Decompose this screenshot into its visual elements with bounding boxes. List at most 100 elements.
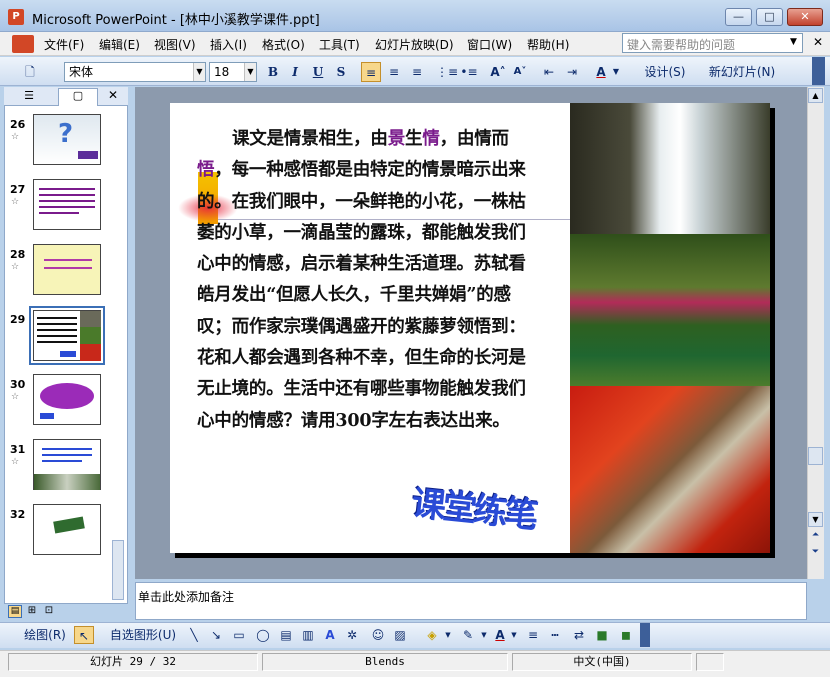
slide-thumbnail-32[interactable]	[33, 504, 101, 555]
bold-button[interactable]: B	[264, 62, 282, 82]
outline-tab[interactable]: ☰	[14, 89, 44, 105]
picture-icon[interactable]: ▨	[392, 626, 408, 644]
slide-thumbnail-30[interactable]	[33, 374, 101, 425]
align-right-button[interactable]: ≡	[407, 62, 427, 82]
line-color-icon[interactable]: ✎	[458, 626, 478, 644]
minimize-button[interactable]: —	[725, 8, 752, 26]
autumn-creek-photo[interactable]	[570, 386, 770, 553]
notes-pane[interactable]: 单击此处添加备注	[135, 582, 807, 620]
line-icon[interactable]: ╲	[186, 626, 202, 644]
highlight-emotion: 情	[422, 129, 440, 149]
design-button[interactable]: 设计(S)	[636, 62, 694, 82]
chevron-down-icon[interactable]: ▼	[612, 62, 620, 82]
select-pointer-icon[interactable]: ↖	[74, 626, 94, 644]
slide-thumbnail-28[interactable]	[33, 244, 101, 295]
chevron-down-icon[interactable]: ▼	[510, 626, 518, 644]
font-color-icon[interactable]: A	[492, 626, 508, 644]
close-document-icon[interactable]: ✕	[813, 35, 823, 49]
slide-thumbnail-29[interactable]	[33, 310, 101, 361]
chevron-down-icon[interactable]: ▼	[444, 626, 452, 644]
autoshapes-button[interactable]: 自选图形(U)	[104, 626, 182, 644]
oval-icon[interactable]: ◯	[254, 626, 272, 644]
thumbnail-number: 27	[10, 183, 26, 196]
thumbnail-number: 30	[10, 378, 26, 391]
shadow-style-icon[interactable]: ■	[594, 626, 610, 644]
menu-insert[interactable]: 插入(I)	[210, 36, 247, 53]
animation-star-icon: ☆	[11, 392, 20, 402]
line-style-icon[interactable]: ≡	[524, 626, 542, 644]
text-segment: ，由情而	[439, 129, 509, 149]
slide-thumbnail-26[interactable]: ?	[33, 114, 101, 165]
3d-style-icon[interactable]: ◼	[618, 626, 634, 644]
forest-stream-photo[interactable]	[570, 234, 770, 386]
slide-body-text[interactable]: 课文是情景相生，由景生情，由情而悟，每一种感悟都是由特定的情景暗示出来的。在我们…	[197, 124, 527, 437]
thumbnail-number: 26	[10, 118, 26, 131]
powerpoint-app-icon[interactable]: P	[8, 9, 24, 25]
waterfall-photo[interactable]	[570, 103, 770, 234]
vertical-scrollbar[interactable]	[807, 87, 824, 579]
close-button[interactable]: ✕	[787, 8, 823, 26]
font-name-select[interactable]: 宋体 ▼	[64, 62, 206, 82]
help-dropdown-arrow-icon[interactable]: ▼	[790, 37, 797, 47]
underline-button[interactable]: U	[309, 62, 327, 82]
increase-indent-icon[interactable]: ⇥	[563, 62, 581, 82]
close-pane-icon[interactable]: ✕	[108, 88, 118, 102]
new-document-icon[interactable]: 🗋	[20, 62, 40, 82]
document-icon[interactable]	[12, 35, 34, 53]
scroll-down-icon[interactable]: ▼	[808, 512, 823, 527]
italic-button[interactable]: I	[286, 62, 304, 82]
decrease-font-icon[interactable]: A˅	[511, 62, 529, 82]
maximize-button[interactable]: □	[756, 8, 783, 26]
menu-tools[interactable]: 工具(T)	[319, 36, 360, 53]
rectangle-icon[interactable]: ▭	[230, 626, 248, 644]
slide-sorter-view-icon[interactable]: ⊞	[25, 605, 39, 618]
numbering-icon[interactable]: ⋮≡	[436, 62, 458, 82]
animation-star-icon: ☆	[11, 262, 20, 272]
font-name-value: 宋体	[69, 65, 94, 79]
dash-style-icon[interactable]: ┅	[546, 626, 564, 644]
toolbar-options-icon[interactable]	[640, 623, 650, 647]
menu-view[interactable]: 视图(V)	[154, 36, 196, 53]
thumbnail-number: 29	[10, 313, 26, 326]
wordart-icon[interactable]: A	[322, 626, 338, 644]
menu-format[interactable]: 格式(O)	[262, 36, 305, 53]
menu-slideshow[interactable]: 幻灯片放映(D)	[375, 36, 454, 53]
slide-thumbnail-27[interactable]	[33, 179, 101, 230]
toolbar-options-icon[interactable]	[812, 57, 825, 85]
normal-view-icon[interactable]: ▤	[8, 605, 22, 618]
menu-edit[interactable]: 编辑(E)	[99, 36, 140, 53]
shadow-button[interactable]: S	[332, 62, 350, 82]
slide-thumbnail-31[interactable]	[33, 439, 101, 490]
clipart-icon[interactable]: ☺	[370, 626, 386, 644]
thumbnail-number: 31	[10, 443, 26, 456]
menu-help[interactable]: 帮助(H)	[527, 36, 569, 53]
draw-menu-button[interactable]: 绘图(R)	[18, 626, 72, 644]
font-size-select[interactable]: 18 ▼	[209, 62, 257, 82]
font-color-icon[interactable]: A	[592, 62, 610, 82]
bullets-icon[interactable]: •≡	[459, 62, 479, 82]
textbox-icon[interactable]: ▤	[278, 626, 294, 644]
help-search-input[interactable]: 键入需要帮助的问题	[622, 33, 803, 53]
fill-color-icon[interactable]: ◈	[422, 626, 442, 644]
decrease-indent-icon[interactable]: ⇤	[540, 62, 558, 82]
slideshow-view-icon[interactable]: ⊡	[42, 605, 56, 618]
increase-font-icon[interactable]: A˄	[489, 62, 507, 82]
arrow-icon[interactable]: ↘	[208, 626, 224, 644]
next-slide-icon[interactable]: ⏷	[808, 547, 823, 562]
chevron-down-icon[interactable]: ▼	[480, 626, 488, 644]
previous-slide-icon[interactable]: ⏶	[808, 530, 823, 545]
scroll-thumb[interactable]	[808, 447, 823, 465]
window-title: Microsoft PowerPoint - [林中小溪教学课件.ppt]	[32, 13, 320, 28]
new-slide-button[interactable]: 新幻灯片(N)	[700, 62, 784, 82]
slides-tab[interactable]: ▢	[58, 88, 98, 106]
arrow-style-icon[interactable]: ⇄	[570, 626, 588, 644]
menu-file[interactable]: 文件(F)	[44, 36, 84, 53]
vertical-textbox-icon[interactable]: ▥	[300, 626, 316, 644]
scroll-up-icon[interactable]: ▲	[808, 88, 823, 103]
align-center-button[interactable]: ≡	[384, 62, 404, 82]
thumbnail-scrollbar[interactable]	[112, 540, 124, 600]
diagram-icon[interactable]: ✲	[344, 626, 360, 644]
wordart-mini	[78, 151, 98, 159]
align-left-button[interactable]: ≡	[361, 62, 381, 82]
menu-window[interactable]: 窗口(W)	[467, 36, 512, 53]
